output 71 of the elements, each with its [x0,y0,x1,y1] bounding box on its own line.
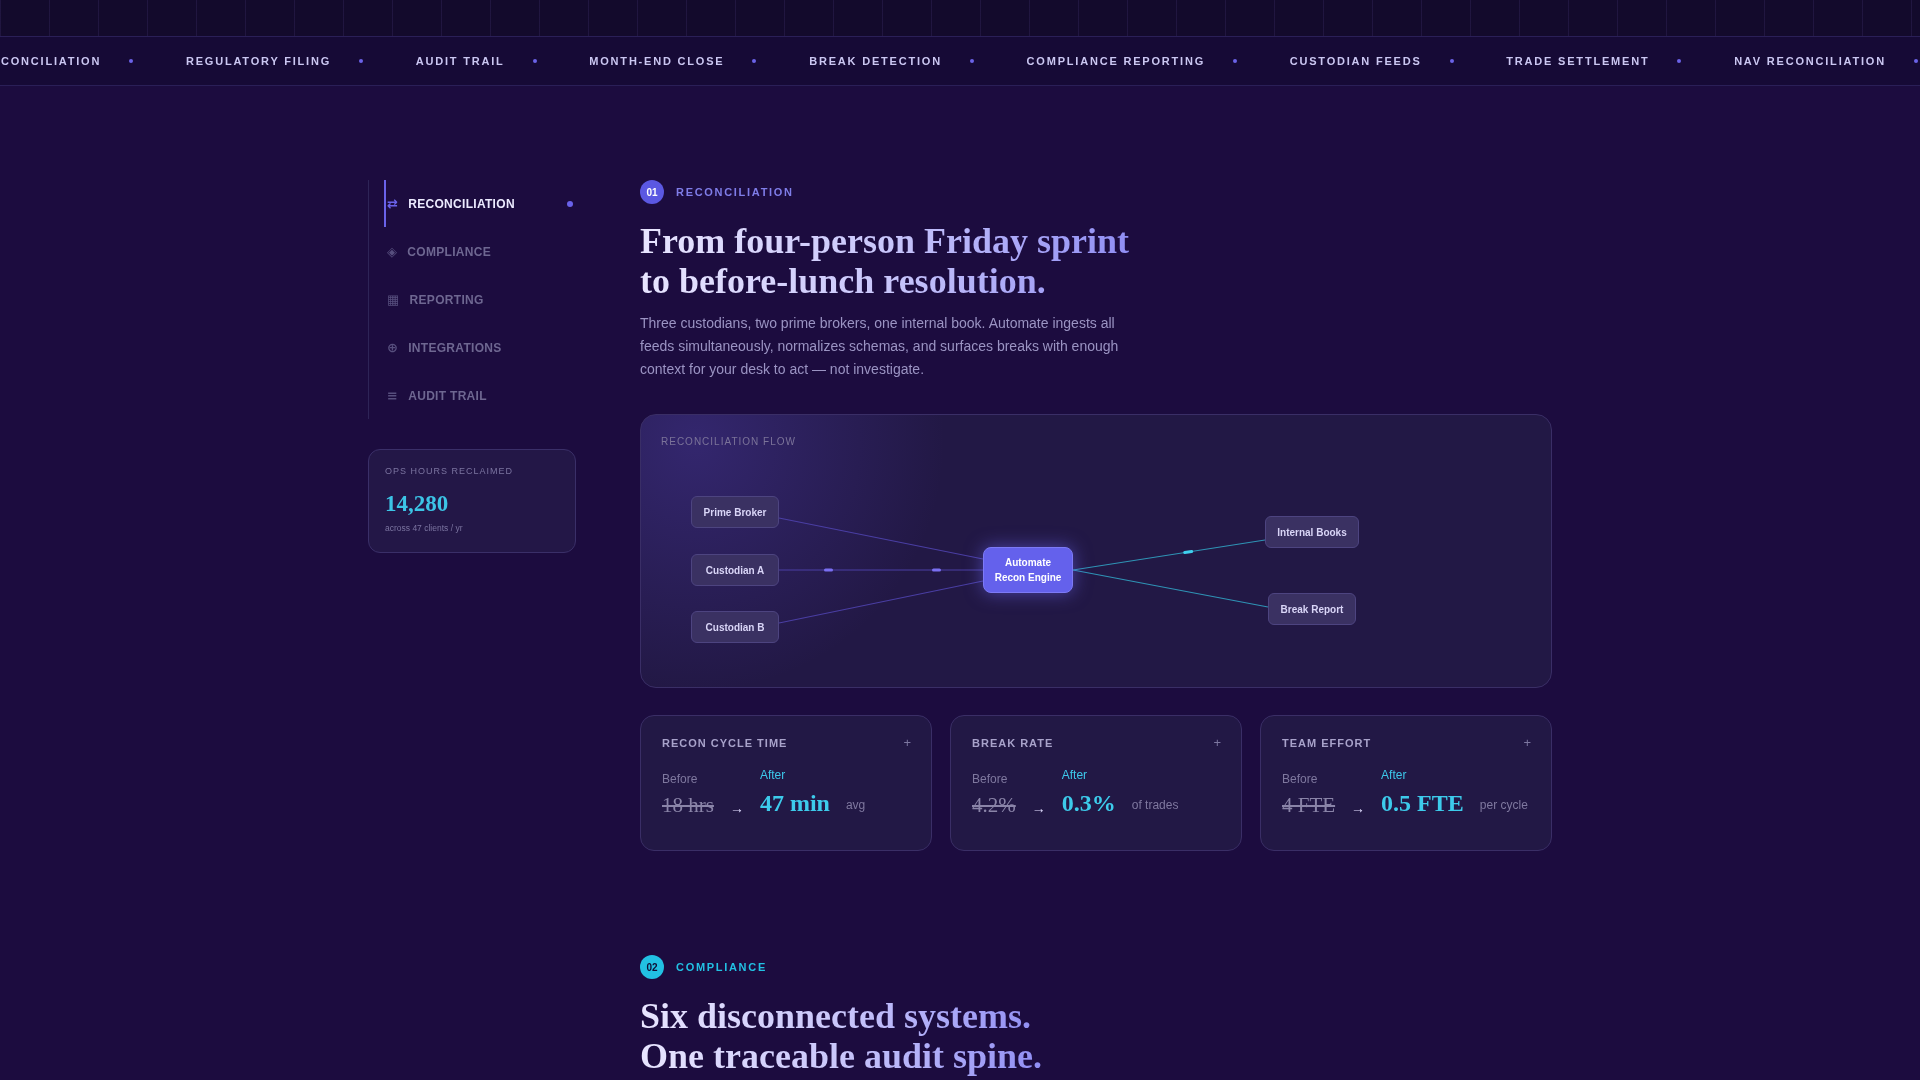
ticker-item: AUDIT TRAIL [415,55,505,67]
glow-dash-icon [1183,549,1194,555]
diagram-title: RECONCILIATION FLOW [661,436,796,448]
ticker-item: BREAK DETECTION [809,55,942,67]
before-label: Before [662,772,698,786]
circle-plus-icon: ⊕ [387,340,399,355]
source-node: Custodian B [691,611,779,643]
after-label: After [1061,768,1088,782]
glow-dash-icon [932,568,941,572]
plus-icon: + [1213,736,1221,750]
arrow-icon: → [1351,800,1366,816]
dot-icon [1449,59,1454,63]
metric-title: TEAM EFFORT [1282,736,1372,750]
dot-icon [129,59,134,63]
before-value: 4 FTE [1282,792,1336,818]
dot-icon [532,59,537,63]
engine-node: Automate Recon Engine [983,547,1073,593]
after-value: 0.5 FTE [1381,789,1464,818]
dot-icon [359,59,364,63]
swap-arrows-icon: ⇄ [387,196,399,211]
arrow-icon: → [729,800,744,816]
ticker-item: COMPLIANCE REPORTING [1026,55,1205,67]
plus-icon: + [1523,736,1531,750]
ticker-item: NAV RECONCILIATION [1734,55,1886,67]
after-value: 0.3% [1061,789,1116,818]
before-label: Before [972,772,1008,786]
stat-value: 14,280 [385,490,450,518]
source-node: Prime Broker [691,496,779,528]
sidebar-link[interactable]: ◈ COMPLIANCE [384,228,577,275]
section-label: COMPLIANCE [676,961,767,973]
section-number: 02 [640,955,664,979]
dot-icon [752,59,757,63]
unit-label: of trades [1131,798,1179,814]
dot-icon [1233,59,1237,63]
after-label: After [759,768,786,782]
after-value: 47 min [759,789,830,818]
metric-title: BREAK RATE [972,736,1054,750]
source-node: Custodian A [691,554,779,586]
ticker-item: MONTH-END CLOSE [589,55,725,67]
section-description: Three custodians, two prime brokers, one internal book. Automate ingests all feeds simultaneously, normalizes schemas, and surfaces breaks with enough context for your desk to act — not investigate. [640,314,1120,379]
dot-icon [567,200,573,207]
diamond-icon: ◈ [387,244,398,259]
lines-icon: ≡ [387,388,399,403]
after-label: After [1381,768,1407,782]
stat-label: OPS HOURS RECLAIMED [385,466,515,476]
sidebar-link[interactable]: ⇄ RECONCILIATION [384,180,577,227]
unit-label: per cycle [1479,798,1528,814]
stat-caption: across 47 clients / yr [385,523,464,533]
section-label: RECONCILIATION [676,186,794,198]
sidebar-link[interactable]: ⊕ INTEGRATIONS [384,324,577,371]
sidebar-link[interactable]: ≡ AUDIT TRAIL [384,372,577,419]
metric-title: RECON CYCLE TIME [662,736,788,750]
before-value: 18 hrs [662,792,714,818]
glow-dash-icon [824,568,833,572]
before-value: 4.2% [972,792,1016,818]
ticker-item: CONCILIATION [1,55,102,67]
before-label: Before [1282,772,1318,786]
grid-icon: ▦ [387,292,400,307]
ticker-item: REGULATORY FILING [185,55,332,67]
unit-label: avg [845,798,866,814]
dot-icon [1677,59,1682,63]
sidebar-link[interactable]: ▦ REPORTING [384,276,577,323]
dot-icon [1913,59,1918,63]
arrow-icon: → [1031,800,1046,816]
output-node: Internal Books [1265,516,1359,548]
ticker-item: CUSTODIAN FEEDS [1289,55,1422,67]
ticker-item: TRADE SETTLEMENT [1506,55,1650,67]
plus-icon: + [903,736,911,750]
output-node: Break Report [1268,593,1356,625]
section-number: 01 [640,180,664,204]
dot-icon [969,59,974,63]
